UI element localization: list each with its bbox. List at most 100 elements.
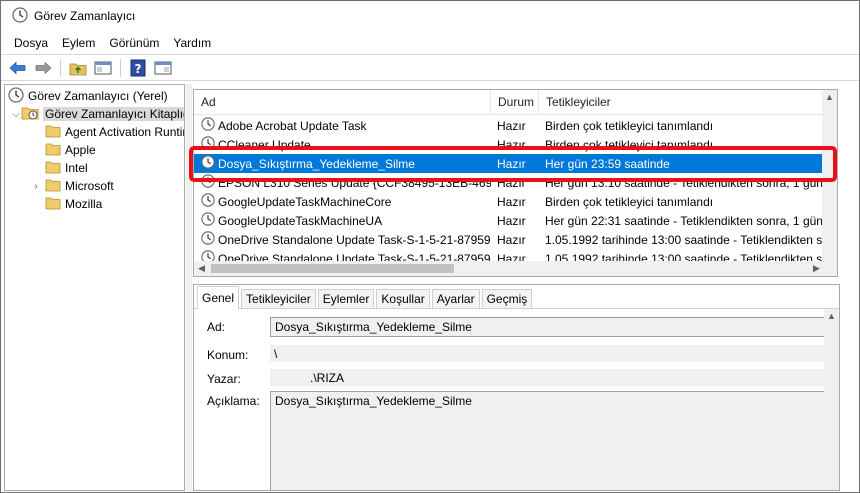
tree-item-library[interactable]: ⌵ Görev Zamanlayıcı Kitaplığı: [11, 105, 184, 124]
task-name-cell: Dosya_Sıkıştırma_Yedekleme_Silme: [194, 155, 491, 172]
show-hide-action-pane-icon[interactable]: [152, 57, 174, 79]
task-status: Hazır: [497, 232, 526, 247]
description-value: Dosya_Sıkıştırma_Yedekleme_Silme: [275, 394, 472, 408]
tab-general[interactable]: Genel: [197, 286, 240, 309]
title-bar: Görev Zamanlayıcı: [1, 1, 859, 31]
show-hide-tree-icon[interactable]: [92, 57, 114, 79]
tree-root-label: Görev Zamanlayıcı (Yerel): [28, 89, 168, 103]
author-label: Yazar:: [207, 372, 241, 386]
task-row[interactable]: GoogleUpdateTaskMachineUA Hazır Her gün 22…: [194, 211, 824, 230]
folder-icon: [45, 160, 61, 177]
tree-item-folder[interactable]: Intel: [45, 159, 88, 177]
tab-history[interactable]: Geçmiş: [481, 289, 533, 308]
toolbar-separator: [120, 58, 121, 77]
task-status: Hazır: [497, 137, 526, 152]
task-name: GoogleUpdateTaskMachineCore: [218, 194, 392, 209]
tab-settings[interactable]: Ayarlar: [431, 289, 480, 308]
forward-arrow-icon[interactable]: [32, 57, 54, 79]
scroll-up-icon[interactable]: ▲: [822, 92, 837, 102]
scroll-thumb[interactable]: [211, 264, 454, 273]
name-field[interactable]: Dosya_Sıkıştırma_Yedekleme_Silme: [270, 317, 825, 337]
task-trigger: Her gün 23:59 saatinde: [545, 156, 670, 171]
tree-item-folder[interactable]: Agent Activation Runtime: [45, 123, 184, 141]
description-field[interactable]: Dosya_Sıkıştırma_Yedekleme_Silme: [270, 391, 825, 490]
task-details-pane: Genel Tetikleyiciler Eylemler Koşullar A…: [193, 284, 840, 491]
menu-bar: Dosya Eylem Görünüm Yardım: [1, 32, 859, 53]
chevron-right-icon[interactable]: ›: [31, 181, 41, 192]
task-trigger: Birden çok tetikleyici tanımlandı: [545, 194, 714, 209]
task-name: Adobe Acrobat Update Task: [218, 118, 367, 133]
task-name: OneDrive Standalone Update Task-S-1-5-21…: [218, 232, 491, 247]
task-row[interactable]: CCleaner Update Hazır Birden çok tetikleyi…: [194, 135, 824, 154]
chevron-down-icon[interactable]: ⌵: [11, 109, 21, 120]
task-list: Ad Durum Tetikleyiciler Adobe Acrobat Up…: [193, 89, 838, 277]
folder-icon: [45, 196, 61, 213]
task-clock-icon: [201, 212, 215, 229]
tab-triggers[interactable]: Tetikleyiciler: [241, 289, 316, 308]
tree-folder-label: Microsoft: [65, 179, 114, 193]
column-header-name[interactable]: Ad: [194, 90, 491, 115]
app-clock-icon: [12, 6, 28, 26]
column-header-status[interactable]: Durum: [491, 90, 539, 115]
tree-folder-label: Apple: [65, 143, 96, 157]
task-status: Hazır: [497, 194, 526, 209]
menu-action[interactable]: Eylem: [55, 36, 102, 50]
task-row[interactable]: GoogleUpdateTaskMachineCore Hazır Birden ç…: [194, 192, 824, 211]
scroll-right-icon[interactable]: ▶: [809, 263, 824, 274]
menu-help[interactable]: Yardım: [166, 36, 218, 50]
task-name-cell: GoogleUpdateTaskMachineCore: [194, 193, 491, 210]
tree-item-folder[interactable]: › Microsoft: [31, 177, 114, 195]
task-name-cell: Adobe Acrobat Update Task: [194, 117, 491, 134]
author-value: .\RIZA: [310, 370, 345, 385]
task-name: Dosya_Sıkıştırma_Yedekleme_Silme: [218, 156, 415, 171]
tab-conditions[interactable]: Koşullar: [376, 289, 430, 308]
location-label: Konum:: [207, 348, 249, 362]
task-list-vertical-scrollbar[interactable]: ▲: [822, 90, 837, 262]
folder-up-icon[interactable]: [67, 57, 89, 79]
tree-item-folder[interactable]: Apple: [45, 141, 96, 159]
task-list-horizontal-scrollbar[interactable]: ◀ ▶: [194, 261, 837, 276]
library-folder-icon: [21, 105, 39, 124]
task-row[interactable]: Adobe Acrobat Update Task Hazır Birden çok…: [194, 116, 824, 135]
help-icon[interactable]: ?: [127, 57, 149, 79]
tree-folder-label: Mozilla: [65, 197, 103, 211]
folder-icon: [45, 178, 61, 195]
task-name-cell: CCleaner Update: [194, 136, 491, 153]
pane-splitter[interactable]: [186, 84, 192, 491]
task-status: Hazır: [497, 156, 526, 171]
task-row[interactable]: EPSON L310 Series Update {CCF38495-13EB-…: [194, 173, 824, 192]
task-trigger: Her gün 13:10 saatinde - Tetiklendikten …: [545, 175, 824, 190]
task-clock-icon: [201, 231, 215, 248]
window-title: Görev Zamanlayıcı: [34, 9, 136, 23]
tree-library-label: Görev Zamanlayıcı Kitaplığı: [43, 107, 184, 121]
task-name: EPSON L310 Series Update {CCF38495-13EB-…: [218, 175, 491, 190]
task-status: Hazır: [497, 213, 526, 228]
scroll-up-icon[interactable]: ▲: [824, 311, 839, 321]
tab-actions[interactable]: Eylemler: [317, 289, 375, 308]
menu-file[interactable]: Dosya: [7, 36, 55, 50]
task-row[interactable]: OneDrive Standalone Update Task-S-1-5-21…: [194, 230, 824, 249]
task-clock-icon: [201, 136, 215, 153]
task-trigger: Birden çok tetikleyici tanımlandı: [545, 137, 714, 152]
folder-icon: [45, 124, 61, 141]
task-name-cell: EPSON L310 Series Update {CCF38495-13EB-…: [194, 174, 491, 191]
tree-pane: Görev Zamanlayıcı (Yerel) ⌵ Görev Zamanl…: [4, 84, 185, 491]
name-value: Dosya_Sıkıştırma_Yedekleme_Silme: [275, 320, 472, 334]
tree-item-folder[interactable]: Mozilla: [45, 195, 102, 213]
details-tabs: Genel Tetikleyiciler Eylemler Koşullar A…: [194, 285, 839, 309]
column-header-triggers[interactable]: Tetikleyiciler: [539, 90, 824, 115]
task-status: Hazır: [497, 175, 526, 190]
description-label: Açıklama:: [207, 394, 260, 408]
menu-view[interactable]: Görünüm: [102, 36, 166, 50]
task-trigger: 1.05.1992 tarihinde 13:00 saatinde - Tet…: [545, 232, 824, 247]
details-vertical-scrollbar[interactable]: ▲: [824, 309, 839, 490]
tree-root[interactable]: Görev Zamanlayıcı (Yerel): [8, 86, 168, 105]
back-arrow-icon[interactable]: [7, 57, 29, 79]
task-name-cell: OneDrive Standalone Update Task-S-1-5-21…: [194, 231, 491, 248]
toolbar-separator: [60, 58, 61, 77]
scroll-left-icon[interactable]: ◀: [194, 263, 209, 274]
task-row[interactable]: Dosya_Sıkıştırma_Yedekleme_Silme Hazır Her…: [194, 154, 824, 173]
location-value: \: [274, 346, 278, 361]
folder-icon: [45, 142, 61, 159]
task-name: CCleaner Update: [218, 137, 311, 152]
